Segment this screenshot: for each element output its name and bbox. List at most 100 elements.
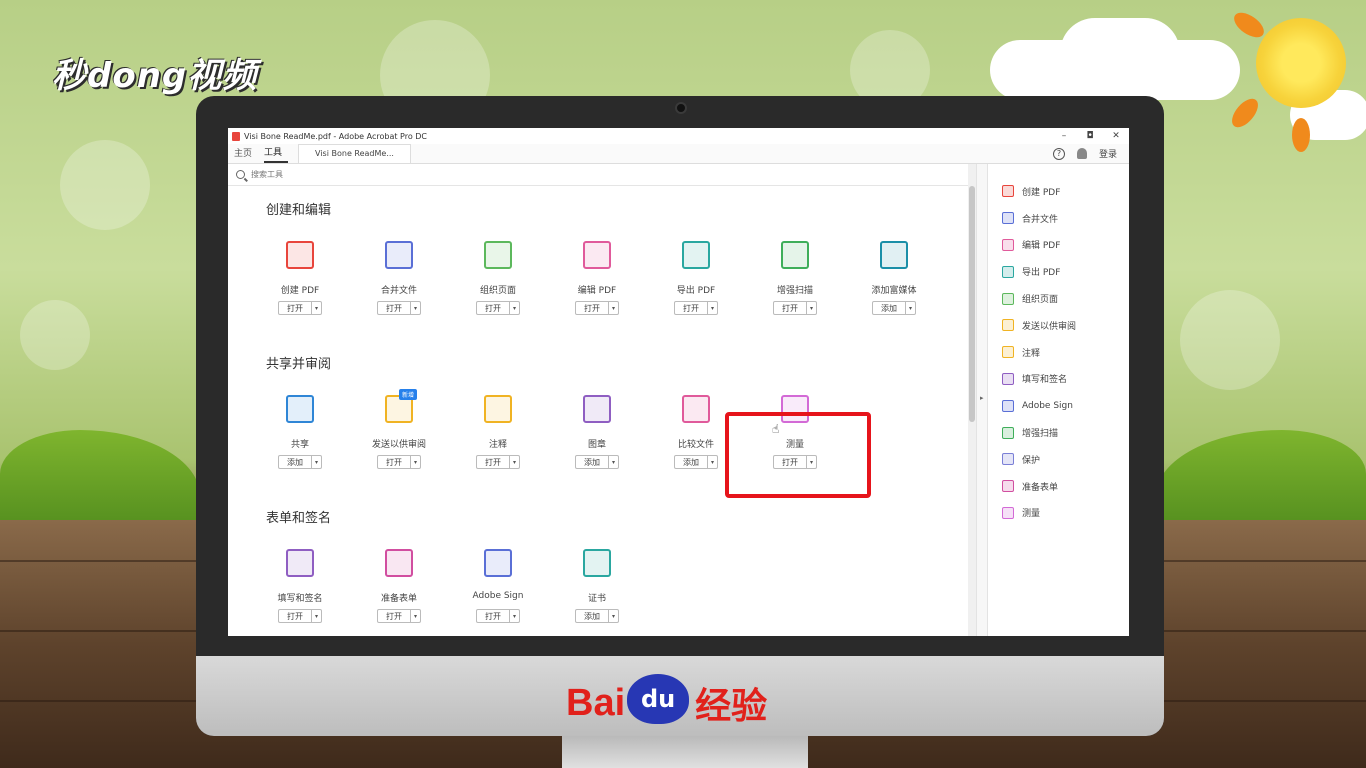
restore-button[interactable]: ◘ [1077, 131, 1103, 141]
chevron-down-icon[interactable]: ▾ [510, 610, 519, 622]
tool-action-button[interactable]: 打开 [477, 610, 510, 622]
tool-label[interactable]: 导出 PDF [646, 283, 746, 296]
tool-action-button[interactable]: 打开 [378, 610, 411, 622]
tool-label[interactable]: 增强扫描 [745, 283, 845, 296]
tool-action-button[interactable]: 添加 [576, 610, 609, 622]
tool-action-button[interactable]: 添加 [675, 456, 708, 468]
right-panel-item[interactable]: 填写和签名 [988, 366, 1129, 393]
chevron-down-icon[interactable]: ▾ [312, 302, 321, 314]
expand-arrow-icon[interactable]: ▸ [980, 394, 984, 402]
tool-card[interactable]: 注释打开 ▾ [448, 395, 548, 469]
tool-icon[interactable] [286, 395, 314, 423]
tool-icon[interactable] [286, 549, 314, 577]
tool-card[interactable]: 编辑 PDF 打开 ▾ [547, 241, 647, 315]
tool-icon[interactable] [682, 241, 710, 269]
right-panel-item[interactable]: 保护 [988, 446, 1129, 473]
right-panel-item[interactable]: 创建 PDF [988, 178, 1129, 205]
minimize-button[interactable]: – [1051, 131, 1077, 141]
search-tools-bar[interactable]: 搜索工具 [228, 164, 976, 186]
tool-card[interactable]: 添加富媒体添加 ▾ [844, 241, 944, 315]
tool-action-button[interactable]: 打开 [477, 302, 510, 314]
tool-icon[interactable] [286, 241, 314, 269]
tool-card[interactable]: 图章添加 ▾ [547, 395, 647, 469]
notification-bell-icon[interactable] [1076, 148, 1087, 159]
chevron-down-icon[interactable]: ▾ [510, 302, 519, 314]
tool-card[interactable]: 准备表单打开 ▾ [349, 549, 449, 623]
tool-icon[interactable] [583, 395, 611, 423]
tool-card[interactable]: 填写和签名打开 ▾ [250, 549, 350, 623]
close-button[interactable]: ✕ [1103, 131, 1129, 141]
tool-action-button[interactable]: 打开 [774, 302, 807, 314]
tool-label[interactable]: 添加富媒体 [844, 283, 944, 296]
right-panel-item[interactable]: 增强扫描 [988, 419, 1129, 446]
tool-icon[interactable] [583, 549, 611, 577]
tool-action-button[interactable]: 添加 [576, 456, 609, 468]
tool-card[interactable]: 共享添加 ▾ [250, 395, 350, 469]
tool-icon[interactable] [484, 395, 512, 423]
right-panel-item[interactable]: 测量 [988, 500, 1129, 527]
chevron-down-icon[interactable]: ▾ [510, 456, 519, 468]
tool-label[interactable]: 创建 PDF [250, 283, 350, 296]
tool-icon[interactable] [682, 395, 710, 423]
tool-action-button[interactable]: 添加 [873, 302, 906, 314]
tool-card[interactable]: 增强扫描 打开 ▾ [745, 241, 845, 315]
tool-action-button[interactable]: 打开 [576, 302, 609, 314]
tool-label[interactable]: 组织页面 [448, 283, 548, 296]
chevron-down-icon[interactable]: ▾ [411, 302, 420, 314]
tool-label[interactable]: 共享 [250, 437, 350, 450]
tool-action-button[interactable]: 打开 [279, 610, 312, 622]
tool-label[interactable]: 准备表单 [349, 591, 449, 604]
right-panel-item[interactable]: 合并文件 [988, 205, 1129, 232]
tool-label[interactable]: Adobe Sign [448, 591, 548, 602]
chevron-down-icon[interactable]: ▾ [411, 610, 420, 622]
tool-icon[interactable] [385, 241, 413, 269]
right-panel-item[interactable]: 注释 [988, 339, 1129, 366]
tool-icon[interactable] [880, 241, 908, 269]
tool-card[interactable]: 导出 PDF 打开 ▾ [646, 241, 746, 315]
tool-label[interactable]: 注释 [448, 437, 548, 450]
tool-action-button[interactable]: 打开 [675, 302, 708, 314]
tool-label[interactable]: 图章 [547, 437, 647, 450]
scrollbar-thumb[interactable] [969, 186, 975, 422]
tool-card[interactable]: 合并文件打开 ▾ [349, 241, 449, 315]
chevron-down-icon[interactable]: ▾ [708, 456, 717, 468]
chevron-down-icon[interactable]: ▾ [906, 302, 915, 314]
tab-home[interactable]: 主页 [234, 146, 258, 163]
right-panel-item[interactable]: 发送以供审阅 [988, 312, 1129, 339]
tool-card[interactable]: 组织页面打开 ▾ [448, 241, 548, 315]
login-link[interactable]: 登录 [1099, 147, 1117, 160]
tool-label[interactable]: 编辑 PDF [547, 283, 647, 296]
tab-tools[interactable]: 工具 [264, 145, 289, 163]
tool-card[interactable]: 新增发送以供审阅打开 ▾ [349, 389, 449, 469]
tool-action-button[interactable]: 添加 [279, 456, 312, 468]
chevron-down-icon[interactable]: ▾ [609, 610, 618, 622]
right-panel-item[interactable]: 准备表单 [988, 473, 1129, 500]
help-icon[interactable]: ? [1052, 147, 1065, 160]
tool-icon[interactable] [484, 241, 512, 269]
chevron-down-icon[interactable]: ▾ [312, 610, 321, 622]
tool-action-button[interactable]: 打开 [279, 302, 312, 314]
tool-icon[interactable]: 新增 [385, 389, 417, 423]
tool-icon[interactable] [781, 241, 809, 269]
tool-action-button[interactable]: 打开 [378, 456, 411, 468]
tool-card[interactable]: Adobe Sign 打开 ▾ [448, 549, 548, 623]
vertical-scrollbar[interactable] [968, 164, 976, 636]
tool-label[interactable]: 填写和签名 [250, 591, 350, 604]
panel-divider[interactable]: ▸ [976, 164, 988, 636]
tool-icon[interactable] [583, 241, 611, 269]
chevron-down-icon[interactable]: ▾ [411, 456, 420, 468]
chevron-down-icon[interactable]: ▾ [609, 456, 618, 468]
chevron-down-icon[interactable]: ▾ [609, 302, 618, 314]
right-panel-item[interactable]: 组织页面 [988, 285, 1129, 312]
tool-icon[interactable] [385, 549, 413, 577]
tool-label[interactable]: 合并文件 [349, 283, 449, 296]
tool-action-button[interactable]: 打开 [477, 456, 510, 468]
right-panel-item[interactable]: Adobe Sign [988, 392, 1129, 419]
search-input[interactable]: 搜索工具 [251, 169, 283, 180]
chevron-down-icon[interactable]: ▾ [312, 456, 321, 468]
tool-label[interactable]: 发送以供审阅 [349, 437, 449, 450]
tool-action-button[interactable]: 打开 [378, 302, 411, 314]
tool-label[interactable]: 证书 [547, 591, 647, 604]
tab-document[interactable]: Visi Bone ReadMe... [298, 144, 411, 163]
right-panel-item[interactable]: 导出 PDF [988, 258, 1129, 285]
